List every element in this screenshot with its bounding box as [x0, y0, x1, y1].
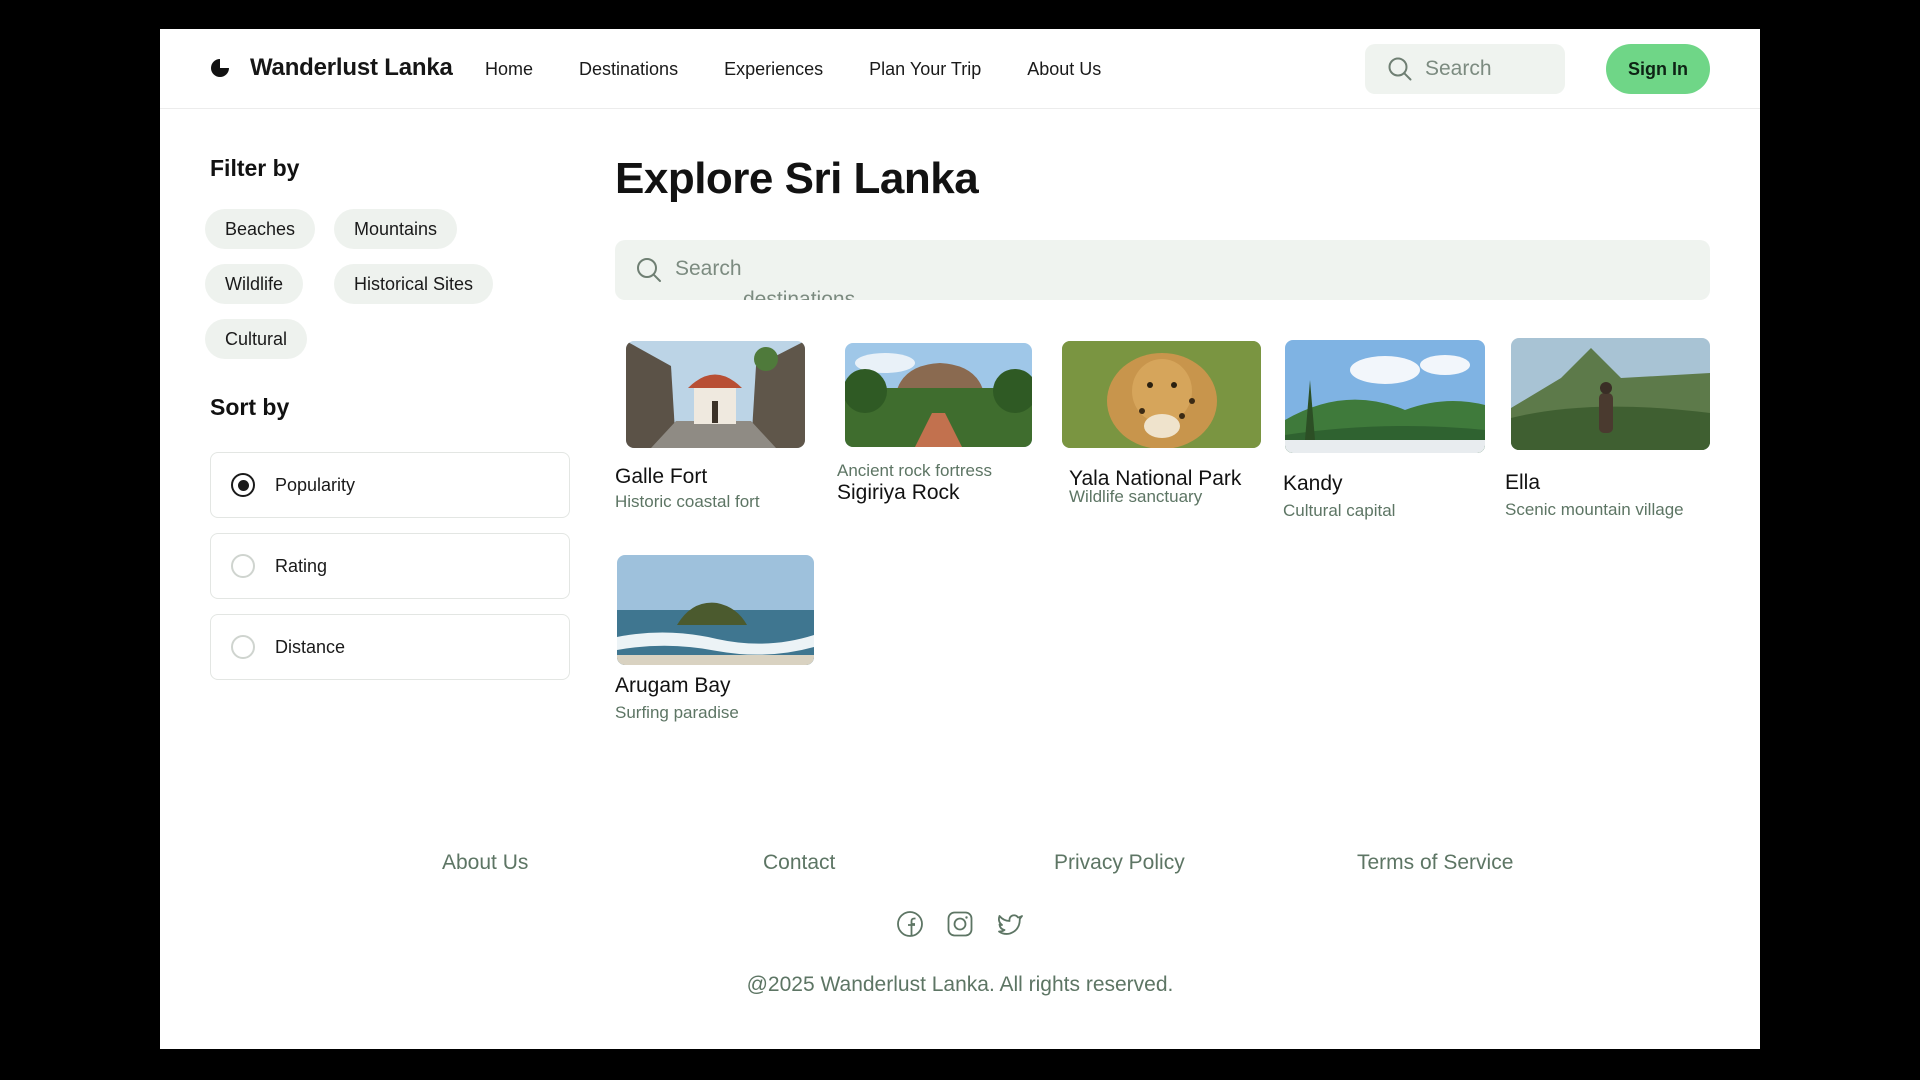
search-icon: [637, 258, 661, 282]
footer-link-contact[interactable]: Contact: [763, 851, 835, 875]
card-desc-sigiriya-rock: Ancient rock fortress: [837, 461, 992, 480]
radio-unselected[interactable]: [231, 554, 255, 578]
radio-unselected[interactable]: [231, 635, 255, 659]
card-desc-yala-national-park: Wildlife sanctuary: [1069, 487, 1203, 506]
sort-option-rating[interactable]: Rating: [210, 533, 570, 599]
facebook-icon[interactable]: [895, 909, 925, 939]
footer-link-terms-of-service[interactable]: Terms of Service: [1357, 851, 1513, 875]
radio-selected[interactable]: [231, 473, 255, 497]
card-desc-ella: Scenic mountain village: [1505, 500, 1684, 519]
arugam-bay-photo: [617, 555, 814, 665]
card-title-sigiriya-rock[interactable]: Sigiriya Rock: [837, 481, 960, 505]
nav-destinations[interactable]: Destinations: [579, 59, 678, 80]
sort-option-label: Distance: [275, 636, 346, 657]
instagram-icon[interactable]: [945, 909, 975, 939]
filter-chip-wildlife[interactable]: Wildlife: [205, 264, 304, 304]
main-nav: Home Destinations Experiences Plan Your …: [485, 29, 1147, 109]
sign-in-button[interactable]: Sign In: [1606, 44, 1710, 94]
top-navbar: Wanderlust Lanka Home Destinations Exper…: [160, 29, 1760, 109]
card-image-sigiriya-rock[interactable]: [845, 343, 1032, 447]
nav-about-us[interactable]: About Us: [1027, 59, 1101, 80]
logo-icon: [211, 59, 229, 77]
search-placeholder: Search: [675, 257, 742, 280]
sigiriya-photo: [845, 343, 1032, 447]
ella-photo: [1511, 338, 1710, 450]
search-placeholder-overflow: destinations: [743, 288, 856, 300]
brand-name[interactable]: Wanderlust Lanka: [250, 54, 453, 82]
filter-title: Filter by: [210, 155, 300, 181]
filter-chip-cultural[interactable]: Cultural: [205, 319, 308, 359]
filter-chip-historical-sites[interactable]: Historical Sites: [334, 264, 494, 304]
filter-chip-beaches[interactable]: Beaches: [205, 209, 316, 249]
search-icon: [1388, 57, 1412, 81]
nav-plan-your-trip[interactable]: Plan Your Trip: [869, 59, 981, 80]
card-image-galle-fort[interactable]: [626, 341, 805, 448]
nav-experiences[interactable]: Experiences: [724, 59, 823, 80]
card-desc-arugam-bay: Surfing paradise: [615, 703, 739, 722]
card-image-arugam-bay[interactable]: [617, 555, 814, 665]
footer-link-privacy-policy[interactable]: Privacy Policy: [1054, 851, 1185, 875]
sort-option-label: Popularity: [275, 474, 356, 495]
galle-fort-photo: [626, 341, 805, 448]
nav-home[interactable]: Home: [485, 59, 533, 80]
yala-leopard-photo: [1062, 341, 1261, 448]
copyright-text: @2025 Wanderlust Lanka. All rights reser…: [746, 973, 1174, 996]
sort-option-label: Rating: [275, 555, 328, 576]
footer-link-about-us[interactable]: About Us: [442, 851, 528, 875]
page-title: Explore Sri Lanka: [615, 154, 979, 203]
filter-chip-mountains[interactable]: Mountains: [334, 209, 458, 249]
card-title-ella[interactable]: Ella: [1505, 471, 1540, 495]
kandy-photo: [1285, 340, 1485, 453]
twitter-icon[interactable]: [995, 909, 1025, 939]
card-desc-kandy: Cultural capital: [1283, 501, 1396, 520]
card-title-galle-fort[interactable]: Galle Fort: [615, 465, 707, 489]
card-title-arugam-bay[interactable]: Arugam Bay: [615, 674, 731, 698]
app-window: Wanderlust Lanka Home Destinations Exper…: [160, 29, 1760, 1049]
card-image-ella[interactable]: [1511, 338, 1710, 450]
card-title-kandy[interactable]: Kandy: [1283, 472, 1343, 496]
destination-search-input[interactable]: Search destinations: [615, 240, 1710, 300]
card-image-yala-national-park[interactable]: [1062, 341, 1261, 448]
sort-option-distance[interactable]: Distance: [210, 614, 570, 680]
card-image-kandy[interactable]: [1285, 340, 1485, 453]
header-search-input[interactable]: Search: [1365, 44, 1565, 94]
sort-option-popularity[interactable]: Popularity: [210, 452, 570, 518]
sort-title: Sort by: [210, 394, 290, 420]
header-search-placeholder: Search: [1425, 57, 1492, 80]
card-desc-galle-fort: Historic coastal fort: [615, 492, 760, 511]
